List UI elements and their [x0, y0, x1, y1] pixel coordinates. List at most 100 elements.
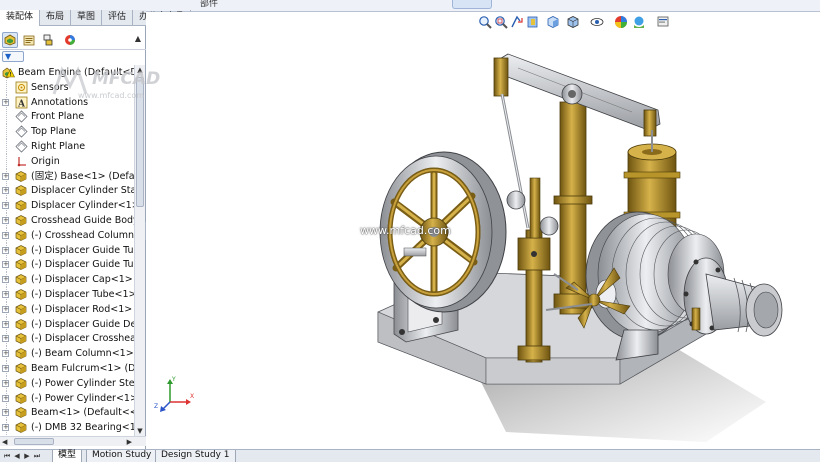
expand-icon[interactable]: +: [2, 202, 9, 210]
graphics-viewport[interactable]: MFCAD www.mfcad.com www.mfcad.com Y X Z: [52, 12, 820, 449]
tree-node-label: (-) Displacer Guide Tube: [31, 259, 136, 271]
sensor-icon: [15, 81, 28, 94]
tree-node[interactable]: Origin: [0, 153, 136, 169]
last-tab-icon[interactable]: ⏭: [32, 451, 42, 461]
tree-node[interactable]: Top Plane: [0, 124, 136, 140]
part-icon: [15, 362, 28, 375]
feature-manager-icon[interactable]: [2, 32, 18, 48]
tree-node[interactable]: + (-) Displacer Crosshead: [0, 331, 136, 347]
part-icon: [15, 199, 28, 212]
part-icon: [15, 184, 28, 197]
expand-icon[interactable]: +: [2, 261, 9, 269]
tab-3[interactable]: 评估: [102, 10, 134, 25]
tree-node-label: (-) Displacer Rod<1> (D: [31, 303, 136, 315]
beam-engine-model[interactable]: [146, 12, 820, 449]
filter-icon[interactable]: ▼: [2, 51, 24, 62]
expand-icon[interactable]: +: [2, 424, 9, 432]
expand-icon[interactable]: +: [2, 187, 9, 195]
tree-node[interactable]: + (-) Power Cylinder<1> (: [0, 390, 136, 406]
tree-node-label: (-) Power Cylinder Stem: [31, 377, 136, 389]
tree-node[interactable]: + (-) Power Cylinder Stem: [0, 375, 136, 391]
tree-node[interactable]: + (-) Displacer Guide Delr: [0, 316, 136, 332]
bottom-tab-2[interactable]: Design Study 1: [155, 450, 236, 462]
expand-icon[interactable]: +: [2, 305, 9, 313]
expand-icon[interactable]: +: [2, 98, 9, 106]
command-group-button[interactable]: [452, 0, 492, 9]
bottom-tab-0[interactable]: 模型: [52, 450, 83, 462]
triad-z-label: Z: [154, 403, 158, 410]
tree-node[interactable]: + Crosshead Guide Body-: [0, 213, 136, 228]
tab-2[interactable]: 草图: [71, 10, 103, 25]
tree-node[interactable]: + (-) Crosshead Column<: [0, 227, 136, 243]
expand-icon[interactable]: +: [2, 276, 9, 284]
configuration-manager-icon[interactable]: [40, 32, 56, 48]
expand-icon[interactable]: +: [2, 394, 9, 402]
part-icon: [15, 303, 28, 316]
part-icon: [15, 392, 28, 405]
expand-icon[interactable]: +: [2, 350, 9, 358]
next-tab-icon[interactable]: ▶: [22, 451, 32, 461]
tab-1[interactable]: 布局: [40, 10, 72, 25]
tree-horizontal-scrollbar[interactable]: ◀ ▶: [0, 436, 146, 446]
triad-y-label: Y: [171, 376, 176, 383]
origin-icon: [15, 155, 28, 168]
tree-node-label: (-) Crosshead Column<: [31, 229, 136, 241]
tree-node-label: Beam<1> (Default<<De: [31, 407, 136, 419]
tree-vertical-scrollbar[interactable]: ▲ ▼: [134, 65, 145, 436]
expand-icon[interactable]: +: [2, 320, 9, 328]
part-icon: [15, 170, 28, 183]
expand-icon[interactable]: +: [2, 379, 9, 387]
tree-node[interactable]: + (固定) Base<1> (Default: [0, 168, 136, 184]
previous-tab-icon[interactable]: ◀: [12, 451, 22, 461]
parts-menu-label[interactable]: 部件: [200, 0, 218, 10]
tree-node[interactable]: + (-) Displacer Guide Tube: [0, 257, 136, 273]
tree-node[interactable]: + (-) Displacer Tube<1> (: [0, 287, 136, 302]
scroll-down-icon[interactable]: ▼: [135, 426, 145, 436]
scroll-right-icon[interactable]: ▶: [127, 437, 132, 447]
tree-node[interactable]: + Beam Fulcrum<1> (Defa: [0, 361, 136, 376]
tree-node[interactable]: + (-) Displacer Cap<1> (D: [0, 272, 136, 288]
tree-node-label: Front Plane: [31, 111, 85, 123]
expand-icon[interactable]: +: [2, 231, 9, 239]
center-watermark: www.mfcad.com: [360, 224, 451, 237]
first-tab-icon[interactable]: ⏮: [2, 451, 12, 461]
scroll-left-icon[interactable]: ◀: [2, 437, 7, 447]
assembly-warning-icon: [2, 66, 15, 79]
bottom-tab-1[interactable]: Motion Study 1: [86, 450, 166, 462]
svg-text:www.mfcad.com: www.mfcad.com: [78, 91, 144, 100]
tree-node[interactable]: Right Plane: [0, 139, 136, 154]
part-icon: [15, 421, 28, 434]
tree-node[interactable]: + (-) Displacer Rod<1> (D: [0, 301, 136, 317]
expand-icon[interactable]: +: [2, 246, 9, 254]
expand-icon[interactable]: +: [2, 291, 9, 298]
tree-node-label: Displacer Cylinder<1> (: [31, 200, 136, 212]
expand-icon[interactable]: +: [2, 217, 9, 224]
tree-node[interactable]: + (-) Displacer Guide Turr: [0, 242, 136, 258]
tree-node-label: (固定) Base<1> (Default: [31, 170, 136, 182]
coordinate-triad: Y X Z: [154, 376, 194, 412]
tree-connector: [6, 109, 7, 125]
part-icon: [15, 288, 28, 301]
tree-node[interactable]: Front Plane: [0, 109, 136, 125]
expand-icon[interactable]: +: [2, 409, 9, 417]
expand-icon[interactable]: +: [2, 172, 9, 180]
plane-icon: [15, 140, 28, 153]
display-manager-icon[interactable]: [62, 32, 78, 48]
tree-node[interactable]: + Beam<1> (Default<<De: [0, 405, 136, 421]
part-icon: [15, 229, 28, 242]
tree-node[interactable]: + Displacer Cylinder<1> (: [0, 198, 136, 214]
tree-node[interactable]: + (-) DMB 32 Bearing<1>: [0, 420, 136, 436]
collapse-panel-button[interactable]: ▲: [133, 34, 143, 44]
tree-node[interactable]: + (-) Beam Column<1> (D: [0, 346, 136, 362]
tree-node[interactable]: + Displacer Cylinder Stanc: [0, 183, 136, 199]
tab-0[interactable]: 装配体: [0, 10, 41, 26]
tree-node-label: Displacer Cylinder Stanc: [31, 185, 136, 197]
command-tabs: 装配体布局草图评估办公室产品: [0, 10, 192, 26]
tree-node-label: (-) Displacer Crosshead: [31, 333, 136, 345]
part-icon: [15, 347, 28, 360]
expand-icon[interactable]: +: [2, 365, 9, 372]
scroll-thumb[interactable]: [14, 438, 54, 445]
expand-icon[interactable]: +: [2, 335, 9, 343]
plane-icon: [15, 125, 28, 138]
property-manager-icon[interactable]: [21, 32, 37, 48]
